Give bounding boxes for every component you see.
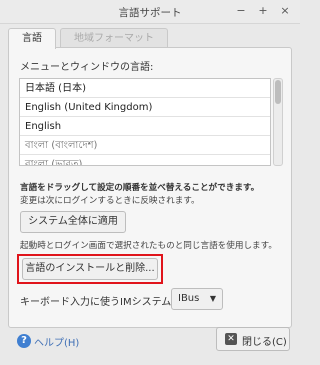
input-method-select[interactable]: IBus ▼ <box>171 288 223 310</box>
close-button[interactable]: ✕ 閉じる(C) <box>216 327 290 351</box>
list-item[interactable]: English (United Kingdom) <box>20 98 270 117</box>
login-screen-hint: 起動時とログイン画面で選択されたものと同じ言語を使用します。 <box>20 241 277 251</box>
next-login-hint: 変更は次にログインするときに反映されます。 <box>20 196 200 206</box>
close-window-icon[interactable]: × <box>278 4 292 18</box>
list-item[interactable]: বাংলা (ভারত) <box>20 155 270 165</box>
list-item[interactable]: বাংলা (বাংলাদেশ) <box>20 136 270 155</box>
scrollbar-thumb[interactable] <box>275 80 281 104</box>
apply-system-wide-button[interactable]: システム全体に適用 <box>20 211 126 233</box>
minimize-icon[interactable]: − <box>234 4 248 18</box>
language-list[interactable]: 日本語 (日本) English (United Kingdom) Englis… <box>19 78 271 166</box>
input-method-value: IBus <box>178 293 200 304</box>
title-bar: 言語サポート − + × <box>0 0 300 24</box>
list-item[interactable]: 日本語 (日本) <box>20 79 270 98</box>
menu-window-language-label: メニューとウィンドウの言語: <box>20 62 154 73</box>
close-button-label: 閉じる(C) <box>242 337 287 348</box>
drag-hint: 言語をドラッグして設定の順番を並べ替えることができます。 <box>20 183 260 193</box>
tab-language[interactable]: 言語 <box>8 28 56 49</box>
input-method-label: キーボード入力に使うIMシステム: <box>20 297 175 308</box>
help-label: ヘルプ(H) <box>34 338 80 349</box>
triangle-down-icon: ▼ <box>209 294 216 303</box>
help-icon: ? <box>17 334 31 348</box>
list-item[interactable]: English <box>20 117 270 136</box>
tab-regional-formats[interactable]: 地域フォーマット <box>60 28 168 48</box>
install-remove-languages-button[interactable]: 言語のインストールと削除... <box>22 258 158 280</box>
language-list-scrollbar[interactable] <box>273 78 283 166</box>
close-icon: ✕ <box>225 333 237 345</box>
window-title: 言語サポート <box>118 7 182 19</box>
maximize-icon[interactable]: + <box>256 4 270 18</box>
language-panel: メニューとウィンドウの言語: 日本語 (日本) English (United … <box>8 47 292 328</box>
